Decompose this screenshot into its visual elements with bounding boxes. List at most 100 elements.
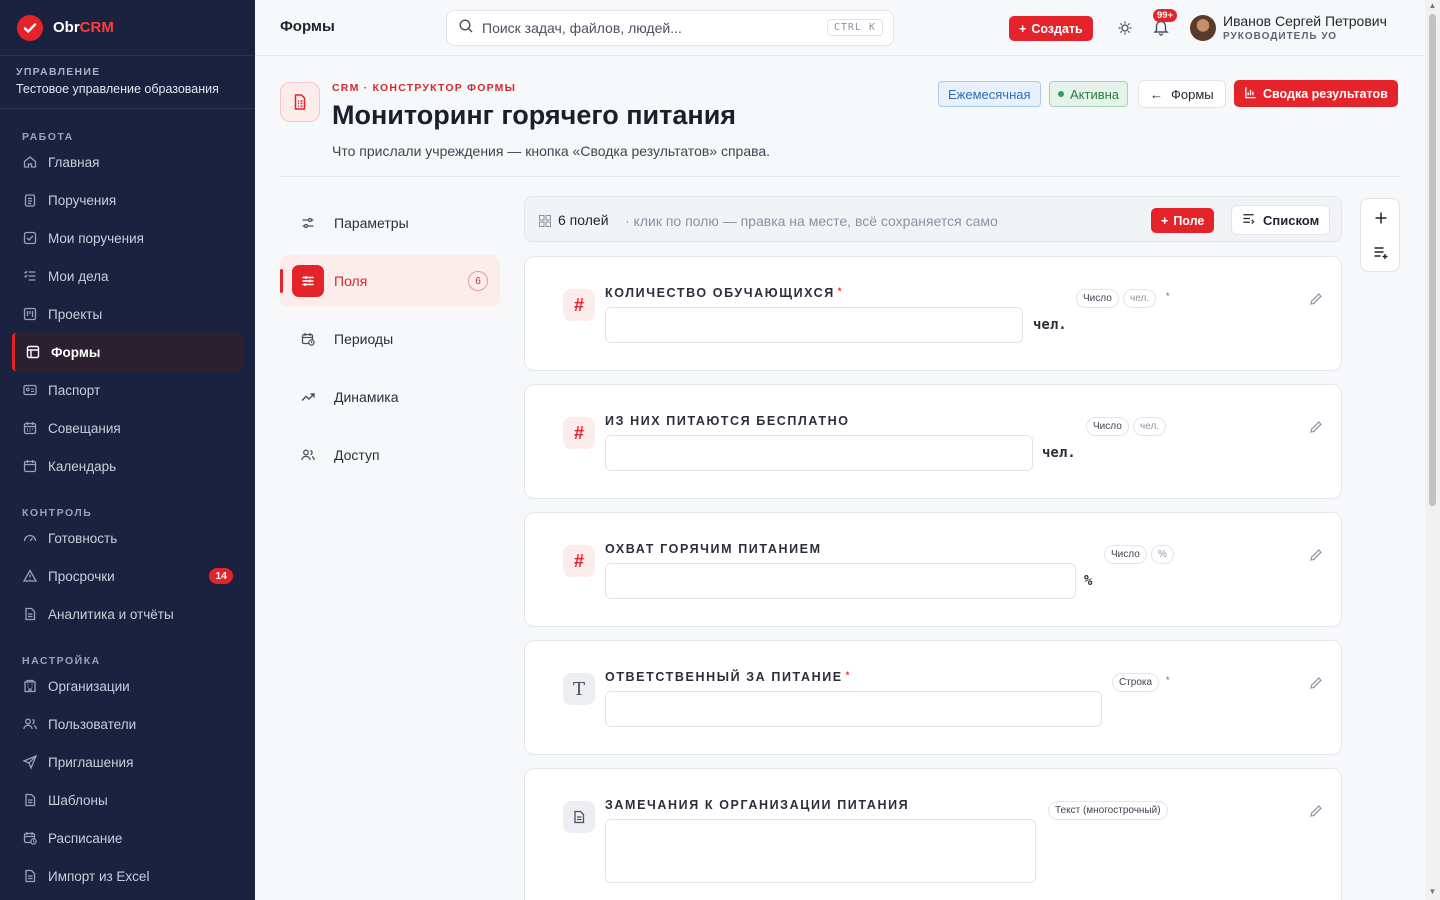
fields-count: 6 полей <box>558 212 609 228</box>
pencil-icon[interactable] <box>1309 804 1323 818</box>
nav-passport[interactable]: Паспорт <box>0 371 255 409</box>
nav-label: Формы <box>51 344 101 360</box>
nav-schedule[interactable]: Расписание <box>0 819 255 857</box>
org-switcher[interactable]: УПРАВЛЕНИЕ Тестовое управление образован… <box>0 56 255 109</box>
field-card[interactable]: ЗАМЕЧАНИЯ К ОРГАНИЗАЦИИ ПИТАНИЯ Текст (м… <box>524 768 1342 900</box>
building-icon <box>22 678 38 694</box>
user-name[interactable]: Иванов Сергей Петрович <box>1223 13 1387 29</box>
list-view-button[interactable]: Списком <box>1231 205 1331 235</box>
status-dot-icon <box>1058 91 1064 97</box>
pencil-icon[interactable] <box>1309 292 1323 306</box>
scroll-thumb[interactable] <box>1429 14 1436 506</box>
add-icon[interactable] <box>1373 210 1389 226</box>
tab-label: Доступ <box>334 447 380 463</box>
nav-meetings[interactable]: Совещания <box>0 409 255 447</box>
field-label: ИЗ НИХ ПИТАЮТСЯ БЕСПЛАТНО <box>605 414 850 428</box>
nav-label: Совещания <box>48 420 121 436</box>
search-input[interactable]: Поиск задач, файлов, людей... CTRL K <box>446 10 894 46</box>
overdue-badge: 14 <box>209 568 233 584</box>
side-actions <box>1360 198 1400 272</box>
nav-excel-import[interactable]: Импорт из Excel <box>0 857 255 895</box>
period-badge: Ежемесячная <box>938 81 1041 107</box>
nav-invitations[interactable]: Приглашения <box>0 743 255 781</box>
field-input[interactable] <box>605 563 1076 599</box>
nav-assignments[interactable]: Поручения <box>0 181 255 219</box>
logo-check-icon <box>17 14 43 41</box>
id-card-icon <box>22 382 38 398</box>
plus-icon: + <box>1019 21 1027 36</box>
grid-icon <box>539 214 551 227</box>
back-label: Формы <box>1171 86 1214 102</box>
send-icon <box>22 754 38 770</box>
tab-label: Параметры <box>334 215 409 231</box>
add-field-button[interactable]: + Поле <box>1151 208 1215 233</box>
avatar[interactable] <box>1190 15 1216 41</box>
trend-up-icon <box>298 387 318 407</box>
logo[interactable]: ObrCRM <box>0 0 255 56</box>
topbar: Формы Поиск задач, файлов, людей... CTRL… <box>255 0 1425 56</box>
nav-overdue[interactable]: Просрочки 14 <box>0 557 255 595</box>
list-view-label: Списком <box>1263 212 1320 228</box>
search-placeholder: Поиск задач, файлов, людей... <box>482 20 682 36</box>
fields-icon <box>292 265 324 297</box>
nav-label: Готовность <box>48 530 118 546</box>
user-role: РУКОВОДИТЕЛЬ УО <box>1223 31 1338 42</box>
nav-templates[interactable]: Шаблоны <box>0 781 255 819</box>
page-scrollbar[interactable]: ▲ ▼ <box>1425 0 1440 900</box>
field-unit-chip: % <box>1151 545 1174 564</box>
tab-periods[interactable]: Периоды <box>280 313 500 365</box>
nav-organizations[interactable]: Организации <box>0 667 255 705</box>
field-type-chip: Текст (многострочный) <box>1048 801 1168 820</box>
nav-label: Пользователи <box>48 716 137 732</box>
check-square-icon <box>22 230 38 246</box>
field-label: КОЛИЧЕСТВО ОБУЧАЮЩИХСЯ * <box>605 286 843 300</box>
sun-icon[interactable] <box>1117 20 1133 36</box>
add-field-label: Поле <box>1173 213 1205 228</box>
calendar-icon <box>22 458 38 474</box>
document-icon <box>22 792 38 808</box>
field-card[interactable]: T ОТВЕТСТВЕННЫЙ ЗА ПИТАНИЕ * Строка * <box>524 640 1342 755</box>
field-card[interactable]: # ОХВАТ ГОРЯЧИМ ПИТАНИЕМ % Число % <box>524 512 1342 627</box>
summary-button[interactable]: Сводка результатов <box>1234 80 1398 107</box>
field-label: ЗАМЕЧАНИЯ К ОРГАНИЗАЦИИ ПИТАНИЯ <box>605 798 910 812</box>
nav-my-tasks[interactable]: Мои дела <box>0 257 255 295</box>
nav-label: Мои дела <box>48 268 109 284</box>
field-input[interactable] <box>605 307 1023 343</box>
pencil-icon[interactable] <box>1309 548 1323 562</box>
section-control: КОНТРОЛЬ <box>22 507 93 519</box>
field-textarea[interactable] <box>605 819 1036 883</box>
scroll-down-icon[interactable]: ▼ <box>1428 888 1437 896</box>
create-label: Создать <box>1031 21 1083 36</box>
search-shortcut: CTRL K <box>826 19 883 36</box>
number-field-icon: # <box>563 545 595 577</box>
nav-forms[interactable]: Формы <box>12 333 243 371</box>
nav-projects[interactable]: Проекты <box>0 295 255 333</box>
scroll-up-icon[interactable]: ▲ <box>1428 2 1437 10</box>
create-button[interactable]: + Создать <box>1009 16 1093 41</box>
nav-readiness[interactable]: Готовность <box>0 519 255 557</box>
nav-home[interactable]: Главная <box>0 143 255 181</box>
tab-dynamics[interactable]: Динамика <box>280 371 500 423</box>
field-card[interactable]: # КОЛИЧЕСТВО ОБУЧАЮЩИХСЯ * чел. Число чел… <box>524 256 1342 371</box>
search-icon <box>458 18 474 39</box>
pencil-icon[interactable] <box>1309 420 1323 434</box>
nav-analytics[interactable]: Аналитика и отчёты <box>0 595 255 633</box>
nav-calendar[interactable]: Календарь <box>0 447 255 485</box>
tab-access[interactable]: Доступ <box>280 429 500 481</box>
back-to-forms-button[interactable]: ← Формы <box>1138 80 1226 108</box>
nav-my-assignments[interactable]: Мои поручения <box>0 219 255 257</box>
field-label: ОХВАТ ГОРЯЧИМ ПИТАНИЕМ <box>605 542 822 556</box>
nav-users[interactable]: Пользователи <box>0 705 255 743</box>
field-unit-chip: чел. <box>1133 417 1167 436</box>
notification-badge: 99+ <box>1153 9 1178 22</box>
field-input[interactable] <box>605 435 1033 471</box>
nav-label: Аналитика и отчёты <box>48 606 174 622</box>
nav-label: Паспорт <box>48 382 101 398</box>
tab-fields[interactable]: Поля 6 <box>280 255 500 307</box>
add-row-icon[interactable] <box>1373 244 1389 260</box>
status-label: Активна <box>1070 86 1120 102</box>
field-card[interactable]: # ИЗ НИХ ПИТАЮТСЯ БЕСПЛАТНО чел. Число ч… <box>524 384 1342 499</box>
pencil-icon[interactable] <box>1309 676 1323 690</box>
tab-parameters[interactable]: Параметры <box>280 197 500 249</box>
field-input[interactable] <box>605 691 1102 727</box>
